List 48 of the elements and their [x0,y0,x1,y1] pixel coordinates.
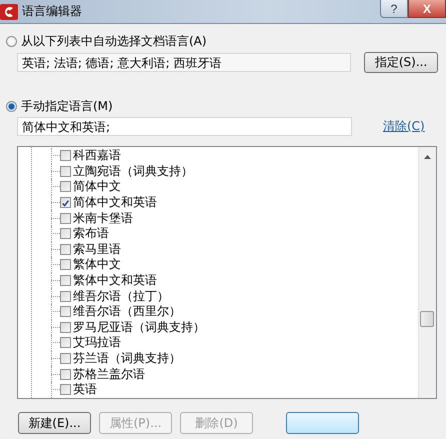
dialog-button[interactable] [286,412,359,434]
radio-button[interactable] [6,100,17,112]
checkbox[interactable] [60,275,71,286]
language-item[interactable]: 米南卡堡语 [73,210,133,226]
language-item[interactable]: 简体中文和英语 [73,195,157,210]
language-item[interactable]: 维吾尔语（西里尔） [73,304,181,320]
radio-button[interactable] [6,36,17,46]
radio-label: 从以下列表中自动选择文档语言(A) [21,32,207,50]
checkbox[interactable] [60,228,71,240]
specify-button[interactable]: 指定(S)... [364,52,438,73]
language-item[interactable]: 芬兰语（词典支持） [73,351,181,366]
text-field[interactable]: 英语; 法语; 德语; 意大利语; 西班牙语 [17,53,352,72]
scroll-thumb[interactable] [420,311,434,327]
checkbox[interactable] [60,244,71,255]
checkbox[interactable] [60,384,71,396]
dialog-button[interactable]: 新建(E)... [18,412,91,434]
clear-link[interactable]: 清除(C) [383,118,425,135]
checkbox[interactable] [60,150,71,162]
language-item[interactable]: 苏格兰盖尔语 [73,366,145,382]
checkbox[interactable] [60,306,71,318]
language-item[interactable]: 艾玛拉语 [73,335,121,350]
checkbox[interactable] [60,337,71,348]
checkbox[interactable] [60,290,71,302]
help-button[interactable]: ? [380,0,408,18]
language-item[interactable]: 英语 [73,382,97,398]
scrollbar[interactable] [418,147,436,398]
language-item[interactable]: 维吾尔语（拉丁） [73,288,169,304]
radio-label: 手动指定语言(M) [21,98,113,114]
checkbox[interactable] [60,368,71,380]
checkbox[interactable] [60,181,71,192]
language-item[interactable]: 立陶宛语（词典支持） [73,164,193,179]
checkbox[interactable] [60,322,71,333]
language-item[interactable]: 罗马尼亚语（词典支持） [73,320,205,335]
checkbox[interactable] [60,166,71,177]
language-item[interactable]: 简体中文 [73,179,121,194]
language-item[interactable]: 繁体中文和英语 [73,273,157,288]
language-item[interactable]: 繁体中文 [73,257,121,272]
language-item[interactable]: 科西嘉语 [73,148,121,164]
checkbox[interactable] [60,212,71,224]
window-title: 语言编辑器 [22,3,82,20]
language-item[interactable]: 索布语 [73,226,109,242]
text-field[interactable]: 简体中文和英语; [17,117,352,136]
checkbox[interactable] [60,353,71,364]
checkbox[interactable] [60,259,71,270]
checkbox[interactable] [60,197,71,208]
language-item[interactable]: 索马里语 [73,242,121,257]
app-logo-icon [0,4,18,20]
scroll-up-icon[interactable] [424,155,431,159]
